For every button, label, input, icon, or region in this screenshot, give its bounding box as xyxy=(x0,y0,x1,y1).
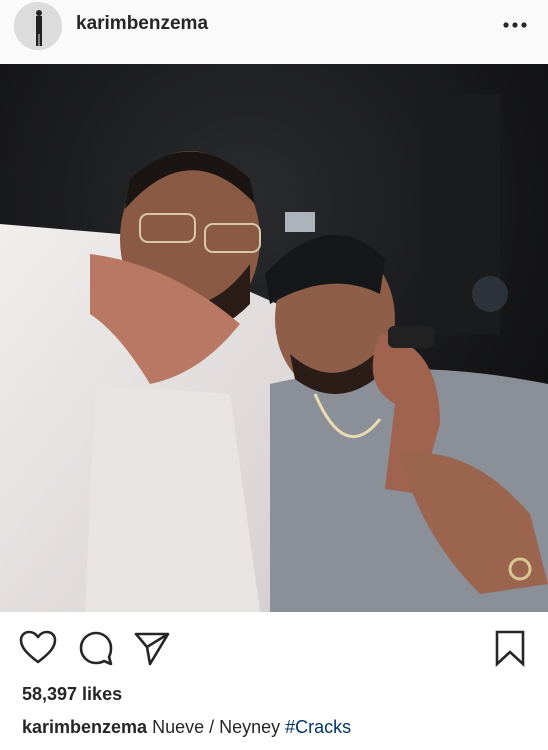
more-options-icon[interactable] xyxy=(497,14,533,36)
post-photo[interactable] xyxy=(0,64,548,612)
paper-plane-icon[interactable] xyxy=(132,628,172,668)
comment-icon[interactable] xyxy=(76,628,116,668)
avatar[interactable] xyxy=(14,2,62,50)
post-photo-image xyxy=(0,64,548,612)
post-header: karimbenzema xyxy=(0,0,548,64)
like-count[interactable]: 58,397 likes xyxy=(22,684,122,705)
avatar-image xyxy=(15,3,61,49)
bookmark-icon[interactable] xyxy=(490,628,530,668)
post-username[interactable]: karimbenzema xyxy=(76,13,208,35)
heart-icon[interactable] xyxy=(18,628,58,668)
post-caption: karimbenzema Nueve / Neyney #Cracks xyxy=(22,717,351,738)
caption-hashtag[interactable]: #Cracks xyxy=(285,717,351,737)
action-bar xyxy=(0,612,548,682)
caption-username[interactable]: karimbenzema xyxy=(22,717,147,737)
caption-text: Nueve / Neyney xyxy=(147,717,286,737)
